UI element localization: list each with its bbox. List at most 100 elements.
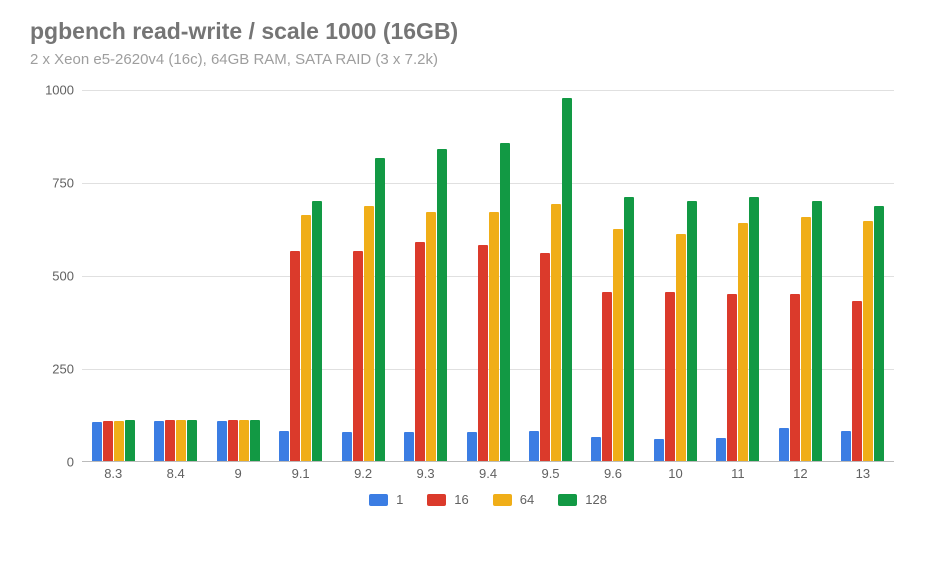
x-tick-label: 9.6: [582, 466, 644, 481]
bar: [489, 212, 499, 461]
legend-item: 1: [369, 492, 403, 507]
bar: [727, 294, 737, 461]
bar: [125, 420, 135, 461]
bar: [342, 432, 352, 461]
bar-group: [832, 90, 894, 461]
bar-group: [519, 90, 581, 461]
bar-group: [582, 90, 644, 461]
bar-group: [457, 90, 519, 461]
bar-group: [269, 90, 331, 461]
legend-swatch: [558, 494, 577, 506]
bar: [676, 234, 686, 461]
x-tick-label: 9.2: [332, 466, 394, 481]
bar: [801, 217, 811, 461]
bar: [290, 251, 300, 461]
bar: [92, 422, 102, 461]
bar-group: [144, 90, 206, 461]
bar: [114, 421, 124, 461]
bar: [478, 245, 488, 461]
y-tick-label: 0: [30, 455, 74, 470]
y-tick-label: 750: [30, 176, 74, 191]
legend: 1 16 64 128: [82, 492, 894, 509]
bar: [239, 420, 249, 461]
bar: [624, 197, 634, 461]
bar: [217, 421, 227, 461]
bar: [665, 292, 675, 461]
bar: [467, 432, 477, 461]
legend-label: 1: [396, 492, 403, 507]
bar: [279, 431, 289, 461]
bar: [779, 428, 789, 461]
legend-item: 64: [493, 492, 534, 507]
bar: [415, 242, 425, 461]
bar: [250, 420, 260, 461]
legend-label: 64: [520, 492, 534, 507]
x-tick-label: 9: [207, 466, 269, 481]
bar-group: [769, 90, 831, 461]
bar: [551, 204, 561, 461]
bar: [500, 143, 510, 461]
bar: [437, 149, 447, 461]
legend-swatch: [493, 494, 512, 506]
x-tick-label: 13: [832, 466, 894, 481]
chart-container: pgbench read-write / scale 1000 (16GB) 2…: [0, 0, 937, 522]
bar: [602, 292, 612, 461]
x-tick-label: 9.4: [457, 466, 519, 481]
bar: [852, 301, 862, 461]
x-tick-label: 11: [707, 466, 769, 481]
bar: [613, 229, 623, 462]
bar: [364, 206, 374, 461]
chart-area: 0 250 500 750 1000 8.38.499.19.29.39.49.59.6…: [30, 82, 900, 512]
legend-label: 128: [585, 492, 607, 507]
y-tick-label: 250: [30, 362, 74, 377]
bar-group: [207, 90, 269, 461]
bar: [790, 294, 800, 461]
y-tick-label: 1000: [30, 83, 74, 98]
bar: [874, 206, 884, 461]
bar: [749, 197, 759, 461]
x-tick-label: 8.3: [82, 466, 144, 481]
bar-group: [82, 90, 144, 461]
bar: [301, 215, 311, 461]
bar: [540, 253, 550, 461]
chart-title: pgbench read-write / scale 1000 (16GB): [30, 18, 907, 45]
bar: [187, 420, 197, 461]
bar: [812, 201, 822, 461]
bar: [562, 98, 572, 461]
bar: [312, 201, 322, 461]
bar: [841, 431, 851, 461]
legend-swatch: [369, 494, 388, 506]
x-tick-label: 9.3: [394, 466, 456, 481]
bar: [353, 251, 363, 461]
legend-label: 16: [454, 492, 468, 507]
legend-item: 128: [558, 492, 607, 507]
bar: [738, 223, 748, 461]
x-tick-label: 9.5: [519, 466, 581, 481]
bar-group: [707, 90, 769, 461]
y-tick-label: 500: [30, 269, 74, 284]
bar: [404, 432, 414, 461]
bar: [165, 420, 175, 461]
chart-subtitle: 2 x Xeon e5-2620v4 (16c), 64GB RAM, SATA…: [30, 51, 907, 68]
bar: [654, 439, 664, 461]
bar: [375, 158, 385, 461]
bar: [426, 212, 436, 461]
bar-group: [644, 90, 706, 461]
x-tick-label: 10: [644, 466, 706, 481]
bar: [154, 421, 164, 461]
x-axis-labels: 8.38.499.19.29.39.49.59.610111213: [82, 466, 894, 481]
legend-swatch: [427, 494, 446, 506]
bar: [591, 437, 601, 461]
bar: [687, 201, 697, 461]
bar: [863, 221, 873, 461]
bar: [103, 421, 113, 461]
x-tick-label: 12: [769, 466, 831, 481]
bar: [529, 431, 539, 461]
plot-area: [82, 90, 894, 462]
x-tick-label: 8.4: [144, 466, 206, 481]
bar-groups: [82, 90, 894, 461]
x-tick-label: 9.1: [269, 466, 331, 481]
legend-item: 16: [427, 492, 468, 507]
bar-group: [394, 90, 456, 461]
bar: [228, 420, 238, 461]
